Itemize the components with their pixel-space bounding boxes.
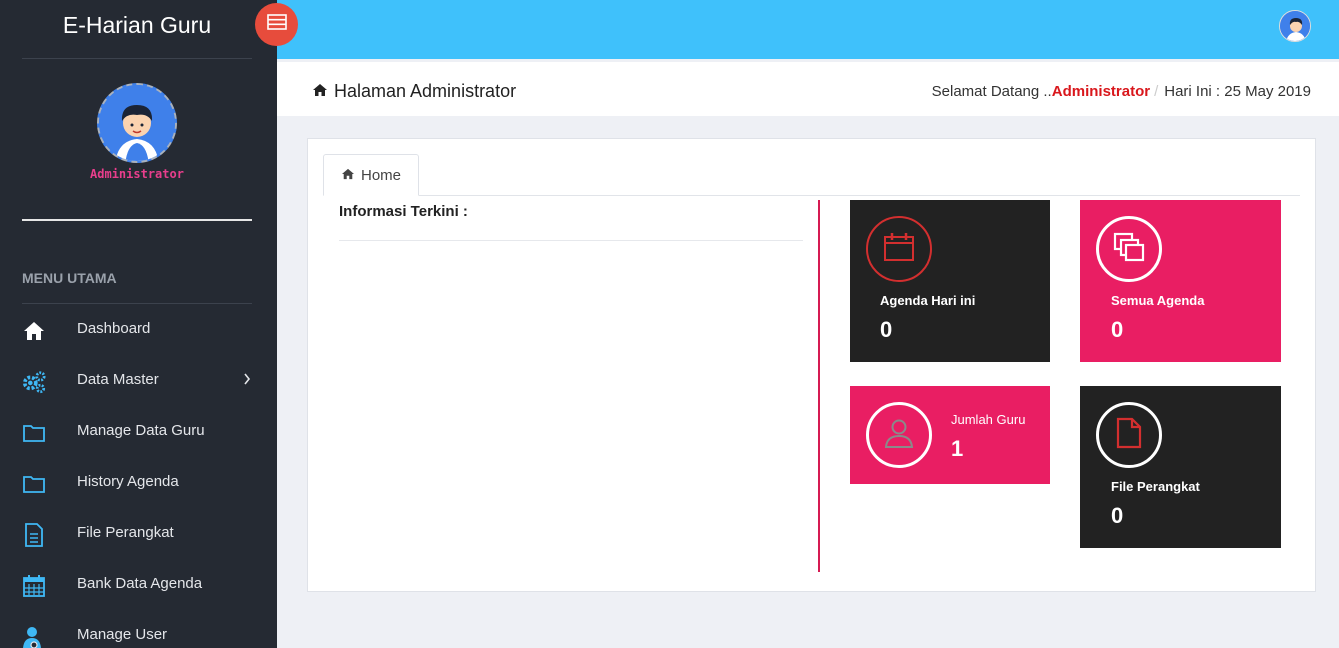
tile-value: 0	[880, 317, 893, 342]
tile-teachers[interactable]: Jumlah Guru 1	[850, 386, 1050, 484]
calendar-icon	[883, 232, 915, 267]
tile-label: Jumlah Guru	[951, 412, 1026, 427]
vertical-divider	[818, 200, 820, 572]
sidebar-item-manage-user[interactable]: Manage User	[0, 611, 277, 648]
sidebar-item-label: File Perangkat	[77, 524, 174, 541]
date-label: Hari Ini : 25 May 2019	[1164, 83, 1311, 100]
top-navbar	[277, 0, 1339, 59]
sidebar-toggle-button[interactable]	[255, 3, 298, 46]
user-icon	[883, 417, 915, 454]
main-panel: Home Informasi Terkini : Agenda Hari ini…	[307, 138, 1316, 592]
page-header: Halaman Administrator Selamat Datang ..A…	[277, 62, 1339, 116]
calendar-circle	[866, 216, 932, 282]
user-menu-avatar[interactable]	[1279, 10, 1311, 42]
tile-label: Agenda Hari ini	[880, 293, 976, 308]
tile-all-agenda[interactable]: Semua Agenda 0	[1080, 200, 1281, 362]
user-cog-icon	[22, 623, 46, 648]
current-user-name: Administrator	[1051, 83, 1151, 100]
user-circle	[866, 402, 932, 468]
tile-value: 0	[1111, 503, 1124, 528]
sidebar-item-label: Data Master	[77, 371, 159, 388]
folder-icon	[22, 470, 46, 498]
copy-circle	[1096, 216, 1162, 282]
tile-label: Semua Agenda	[1111, 293, 1205, 308]
profile-name: Administrator	[90, 167, 184, 181]
welcome-text: Selamat Datang ..	[931, 83, 1052, 100]
sidebar-item-label: Manage Data Guru	[77, 422, 205, 439]
tab-label: Home	[360, 166, 401, 184]
sidebar-item-manage-data-guru[interactable]: Manage Data Guru	[0, 407, 277, 458]
home-icon	[312, 81, 328, 102]
page-title-text: Halaman Administrator	[334, 81, 517, 101]
sidebar-item-label: Dashboard	[77, 320, 151, 337]
sidebar-item-dashboard[interactable]: Dashboard	[0, 305, 277, 356]
profile-card: Administrator	[22, 59, 252, 221]
tile-files[interactable]: File Perangkat 0	[1080, 386, 1281, 548]
tile-value: 0	[1111, 317, 1124, 342]
home-icon	[341, 167, 355, 184]
sidebar-item-label: Manage User	[77, 626, 168, 643]
breadcrumb: Selamat Datang ..Administrator / Hari Ini …	[932, 83, 1311, 100]
tab-home[interactable]: Home	[323, 154, 419, 196]
copy-icon	[1112, 231, 1146, 268]
sidebar-item-label: History Agenda	[77, 473, 179, 490]
sidebar-item-bank-data-agenda[interactable]: Bank Data Agenda	[0, 560, 277, 611]
tile-agenda-today[interactable]: Agenda Hari ini 0	[850, 200, 1050, 362]
file-text-icon	[22, 521, 46, 549]
divider	[339, 240, 803, 241]
sidebar-item-file-perangkat[interactable]: File Perangkat	[0, 509, 277, 560]
file-icon	[1115, 417, 1143, 454]
sidebar: E-Harian Guru Administrator MENU UTAMA D…	[0, 0, 277, 648]
tile-value: 1	[951, 436, 964, 461]
info-title: Informasi Terkini :	[339, 203, 468, 220]
user-avatar-icon	[99, 85, 175, 161]
sidebar-item-data-master[interactable]: Data Master	[0, 356, 277, 407]
folder-icon	[22, 419, 46, 447]
chevron-right-icon	[243, 372, 251, 389]
tile-label: File Perangkat	[1111, 479, 1200, 494]
app-title-text: E-Harian Guru	[62, 12, 212, 38]
sidebar-item-history-agenda[interactable]: History Agenda	[0, 458, 277, 509]
breadcrumb-separator: /	[1154, 83, 1159, 100]
menu-section-title: MENU UTAMA	[22, 270, 252, 304]
home-icon	[22, 317, 46, 345]
avatar	[97, 83, 177, 163]
file-circle	[1096, 402, 1162, 468]
calendar-icon	[22, 572, 46, 600]
menu-toggle-icon	[266, 14, 287, 35]
page-title: Halaman Administrator	[312, 81, 516, 102]
gears-icon	[22, 368, 46, 396]
sidebar-menu: Dashboard Data Master Manage Data Guru H…	[0, 305, 277, 648]
tabs-divider	[323, 195, 1300, 196]
sidebar-item-label: Bank Data Agenda	[77, 575, 203, 592]
app-title[interactable]: E-Harian Guru	[22, 0, 252, 59]
